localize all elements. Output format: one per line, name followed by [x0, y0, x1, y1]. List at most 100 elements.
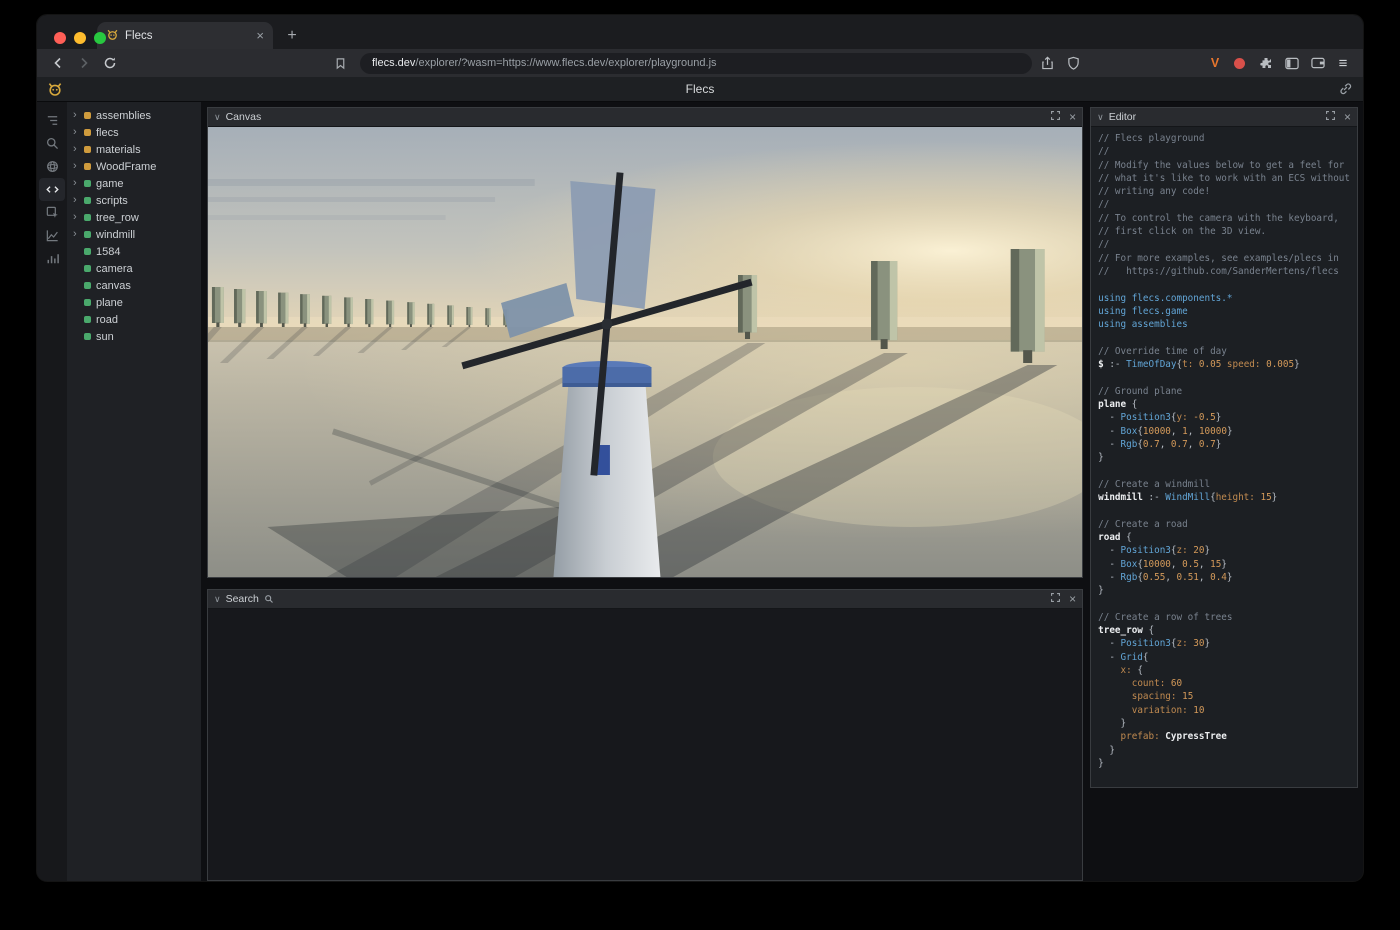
url-path: /explorer/?wasm=https://www.flecs.dev/ex… [415, 57, 716, 69]
extension-v-icon[interactable]: V [1206, 56, 1224, 70]
chevron-right-icon[interactable]: › [73, 127, 82, 138]
canvas-panel-header: ∨ Canvas × [208, 108, 1082, 127]
tab-close-icon[interactable]: × [256, 29, 264, 42]
bookmark-icon[interactable] [330, 53, 351, 74]
tree-item-game[interactable]: ›game [67, 175, 201, 192]
entity-square-icon [84, 333, 91, 340]
extensions-puzzle-icon[interactable] [1255, 53, 1276, 74]
chevron-right-icon[interactable]: › [73, 195, 82, 206]
share-icon[interactable] [1037, 53, 1058, 74]
close-icon[interactable]: × [1069, 111, 1076, 123]
minimize-window-button[interactable] [74, 32, 86, 44]
3d-scene[interactable] [208, 127, 1082, 577]
browser-tab[interactable]: Flecs × [97, 22, 273, 49]
close-icon[interactable]: × [1069, 593, 1076, 605]
search-panel: ∨ Search × [207, 589, 1083, 881]
expand-icon[interactable] [1050, 590, 1061, 608]
tree-item-label: camera [96, 263, 133, 275]
menu-icon[interactable]: ≡ [1333, 53, 1353, 74]
entity-square-icon [84, 299, 91, 306]
flecs-favicon-icon [106, 28, 119, 44]
sphere-icon[interactable] [39, 155, 65, 178]
tree-item-label: windmill [96, 229, 135, 241]
tree-item-canvas[interactable]: canvas [67, 277, 201, 294]
tree-item-label: assemblies [96, 110, 151, 122]
module-square-icon [84, 112, 91, 119]
chevron-right-icon[interactable]: › [73, 212, 82, 223]
hierarchy-icon[interactable] [39, 109, 65, 132]
expand-icon[interactable] [1325, 108, 1336, 126]
chevron-right-icon[interactable]: › [73, 178, 82, 189]
tree-item-1584[interactable]: 1584 [67, 243, 201, 260]
tree-item-tree_row[interactable]: › tree_row [67, 209, 201, 226]
extension-red-icon[interactable] [1229, 53, 1250, 74]
zoom-window-button[interactable] [94, 32, 106, 44]
tool-sidebar [37, 102, 67, 881]
window-controls [54, 32, 106, 44]
module-square-icon [84, 163, 91, 170]
close-window-button[interactable] [54, 32, 66, 44]
chevron-right-icon[interactable]: › [73, 110, 82, 121]
tree-item-camera[interactable]: camera [67, 260, 201, 277]
chart-icon[interactable] [39, 224, 65, 247]
tab-title: Flecs [125, 30, 152, 42]
sidebar-toggle-icon[interactable] [1281, 53, 1302, 74]
editor-panel-title: Editor [1109, 111, 1136, 123]
tab-strip: Flecs × + [37, 15, 1363, 49]
editor-panel-header: ∨ Editor × [1091, 108, 1357, 127]
stats-icon[interactable] [39, 247, 65, 270]
url-host: flecs.dev [372, 57, 415, 69]
tree-item-road[interactable]: road [67, 311, 201, 328]
entity-square-icon [84, 282, 91, 289]
tree-item-label: tree_row [96, 212, 139, 224]
entity-square-icon [84, 214, 91, 221]
reload-button[interactable] [99, 53, 120, 74]
chevron-down-icon[interactable]: ∨ [214, 595, 221, 604]
tree-item-label: 1584 [96, 246, 120, 258]
tree-item-assemblies[interactable]: › assemblies [67, 107, 201, 124]
tree-item-label: flecs [96, 127, 119, 139]
tree-item-label: sun [96, 331, 114, 343]
shield-icon[interactable] [1063, 53, 1084, 74]
page-content: › assemblies › flecs › materials › WoodFrame ›ga… [37, 102, 1363, 881]
chevron-down-icon[interactable]: ∨ [1097, 113, 1104, 122]
inspector-icon[interactable] [39, 201, 65, 224]
wallet-icon[interactable] [1307, 53, 1328, 74]
new-tab-button[interactable]: + [279, 22, 305, 49]
browser-window: Flecs × + flecs.dev/explorer/?wasm=https… [37, 15, 1363, 881]
tree-item-materials[interactable]: › materials [67, 141, 201, 158]
entity-square-icon [84, 231, 91, 238]
expand-icon[interactable] [1050, 108, 1061, 126]
code-icon[interactable] [39, 178, 65, 201]
editor-code[interactable]: // Flecs playground//// Modify the value… [1091, 127, 1357, 787]
back-button[interactable] [47, 53, 68, 74]
browser-toolbar: flecs.dev/explorer/?wasm=https://www.fle… [37, 49, 1363, 77]
tree-item-flecs[interactable]: › flecs [67, 124, 201, 141]
canvas-panel: ∨ Canvas × [207, 107, 1083, 578]
forward-button[interactable] [73, 53, 94, 74]
tree-item-label: scripts [96, 195, 128, 207]
editor-column: ∨ Editor × // Flecs playground//// Modif… [1090, 102, 1363, 881]
editor-panel: ∨ Editor × // Flecs playground//// Modif… [1090, 107, 1358, 788]
tree-item-windmill[interactable]: › windmill [67, 226, 201, 243]
tree-item-label: canvas [96, 280, 131, 292]
tree-item-scripts[interactable]: › scripts [67, 192, 201, 209]
chevron-right-icon[interactable]: › [73, 144, 82, 155]
search-panel-title: Search [226, 593, 259, 605]
close-icon[interactable]: × [1344, 111, 1351, 123]
tree-item-label: road [96, 314, 118, 326]
search-icon[interactable] [39, 132, 65, 155]
module-square-icon [84, 146, 91, 153]
tree-item-label: materials [96, 144, 141, 156]
search-results-area [208, 609, 1082, 880]
flecs-page: Flecs [37, 77, 1363, 881]
tree-item-label: WoodFrame [96, 161, 156, 173]
chevron-down-icon[interactable]: ∨ [214, 113, 221, 122]
chevron-right-icon[interactable]: › [73, 161, 82, 172]
share-link-icon[interactable] [1338, 81, 1353, 96]
url-bar[interactable]: flecs.dev/explorer/?wasm=https://www.fle… [360, 53, 1032, 74]
chevron-right-icon[interactable]: › [73, 229, 82, 240]
tree-item-WoodFrame[interactable]: › WoodFrame [67, 158, 201, 175]
tree-item-sun[interactable]: sun [67, 328, 201, 345]
tree-item-plane[interactable]: plane [67, 294, 201, 311]
